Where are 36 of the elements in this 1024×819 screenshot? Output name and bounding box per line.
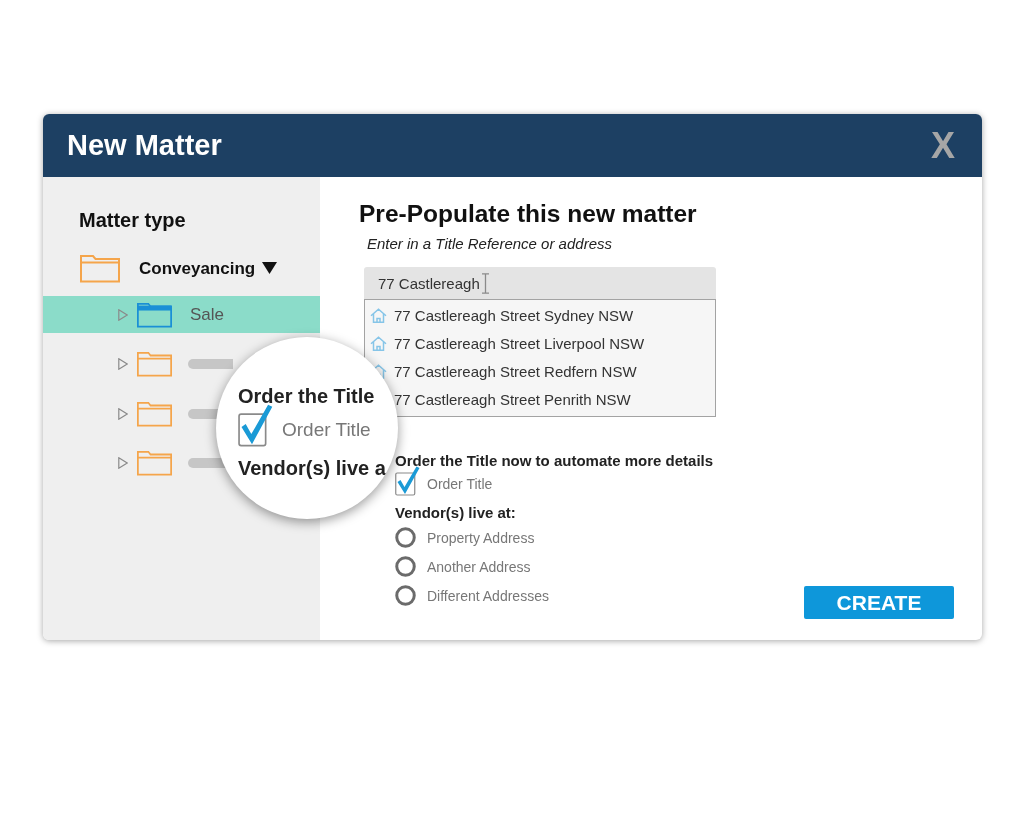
folder-icon xyxy=(137,450,172,476)
instruction-text: Enter in a Title Reference or address xyxy=(367,235,613,253)
checkbox-label: Order Title xyxy=(427,477,493,491)
folder-icon xyxy=(80,253,120,283)
window-title: New Matter xyxy=(67,131,222,160)
radio-label: Another Address xyxy=(427,559,531,574)
folder-icon xyxy=(137,301,172,328)
sidebar-heading: Matter type xyxy=(78,208,187,232)
expand-triangle-icon[interactable] xyxy=(118,308,128,321)
section-heading: Vendor(s) live at: xyxy=(395,504,517,522)
text-cursor-icon xyxy=(480,272,490,294)
radio-button[interactable] xyxy=(395,527,416,548)
radio-label: Different Addresses xyxy=(427,588,549,603)
magnified-heading: Order the Title xyxy=(238,384,375,408)
expand-triangle-icon[interactable] xyxy=(118,358,128,370)
tree-item-label: Sale xyxy=(190,306,225,323)
radio-label: Property Address xyxy=(427,530,535,545)
section-heading: Pre-Populate this new matter xyxy=(359,200,698,228)
section-heading: Order the Title now to automate more details xyxy=(395,452,714,470)
tree-item[interactable]: Sale xyxy=(43,296,320,333)
expand-triangle-icon[interactable] xyxy=(118,457,128,469)
close-button[interactable]: X xyxy=(931,127,955,164)
magnified-heading: Vendor(s) live a xyxy=(238,456,386,480)
expand-triangle-icon[interactable] xyxy=(118,407,128,420)
checkbox[interactable] xyxy=(238,404,273,447)
suggestion-item[interactable]: 77 Castlereagh Street Sydney NSW xyxy=(365,301,715,329)
suggestion-item[interactable]: 77 Castlereagh Street Liverpool NSW xyxy=(365,329,715,357)
radio-button[interactable] xyxy=(395,585,416,606)
folder-icon xyxy=(137,351,172,377)
search-field[interactable]: 77 Castlereagh xyxy=(364,267,716,299)
category-dropdown[interactable]: Conveyancing xyxy=(139,259,278,277)
checkbox[interactable] xyxy=(395,466,420,496)
radio-button[interactable] xyxy=(395,556,416,577)
folder-icon xyxy=(137,400,172,427)
checkbox-label: Order Title xyxy=(282,420,371,439)
placeholder-bar xyxy=(188,359,233,369)
